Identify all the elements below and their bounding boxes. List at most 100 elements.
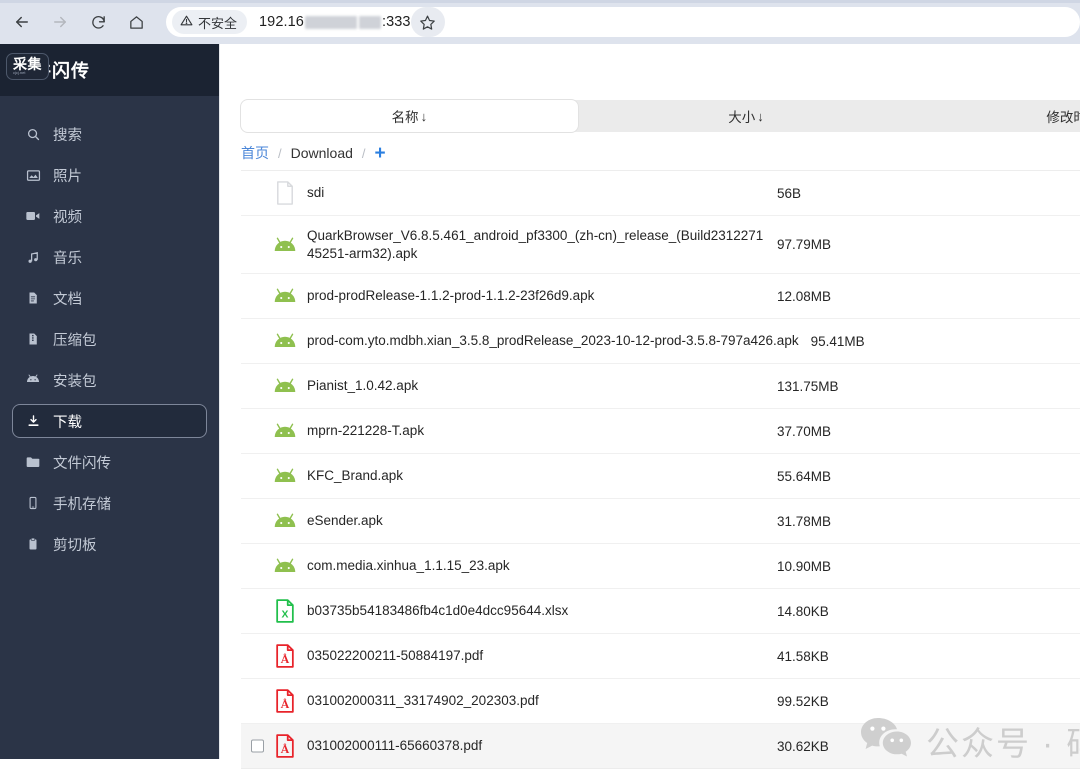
file-size: 37.70MB xyxy=(777,423,832,439)
file-row[interactable]: Å035022200211-50884197.pdf41.58KB2023/9/… xyxy=(241,634,1080,679)
reload-button[interactable] xyxy=(82,6,114,38)
url-redacted-block-2 xyxy=(358,15,381,29)
android-icon xyxy=(25,372,41,388)
sidebar-item-11[interactable]: 剪切板 xyxy=(12,527,207,561)
file-row[interactable]: prod-com.yto.mdbh.xian_3.5.8_prodRelease… xyxy=(241,319,1080,364)
file-name[interactable]: 031002000111-65660378.pdf xyxy=(307,737,490,755)
file-row[interactable]: eSender.apk31.78MB2023/4/24 上午 xyxy=(241,499,1080,544)
breadcrumb-home[interactable]: 首页 xyxy=(241,143,269,163)
svg-text:Å: Å xyxy=(281,742,290,756)
file-name[interactable]: Pianist_1.0.42.apk xyxy=(307,377,426,395)
file-name[interactable]: KFC_Brand.apk xyxy=(307,467,411,485)
file-row[interactable]: Å 031002000311_33174902_202303.pdf 99.52KB… xyxy=(241,679,1080,724)
sidebar-item-7[interactable]: 安装包 xyxy=(12,363,207,397)
sidebar-item-4[interactable]: 音乐 xyxy=(12,240,207,274)
file-row[interactable]: Å031002000111-65660378.pdf30.62KB2023/9/… xyxy=(241,724,1080,769)
file-name[interactable]: mprn-221228-T.apk xyxy=(307,422,432,440)
forward-button[interactable] xyxy=(44,6,76,38)
android-file-icon xyxy=(263,377,307,395)
android-file-icon xyxy=(263,512,307,530)
breadcrumb-separator-1: / xyxy=(278,145,282,161)
phone-icon xyxy=(25,496,41,510)
url-suffix: :333 xyxy=(381,14,411,30)
breadcrumb: 首页 / Download / + xyxy=(241,142,386,164)
file-name-cell: KFC_Brand.apk xyxy=(307,467,777,485)
file-name-cell: 031002000311_33174902_202303.pdf xyxy=(307,692,777,710)
file-size: 12.08MB xyxy=(777,288,832,304)
file-size: 99.52KB xyxy=(777,693,829,709)
file-name-cell: com.media.xinhua_1.1.15_23.apk xyxy=(307,557,777,575)
file-name[interactable]: sdi xyxy=(307,184,332,202)
file-row[interactable]: QuarkBrowser_V6.8.5.461_android_pf3300_(… xyxy=(241,216,1080,274)
file-name-cell: mprn-221228-T.apk xyxy=(307,422,777,440)
file-name[interactable]: eSender.apk xyxy=(307,512,391,530)
file-size: 56B xyxy=(777,185,802,201)
file-size: 55.64MB xyxy=(777,468,832,484)
file-size: 131.75MB xyxy=(777,378,839,394)
sidebar-item-label: 文档 xyxy=(53,291,82,308)
sidebar-item-label: 文件闪传 xyxy=(53,455,111,472)
file-row[interactable]: prod-prodRelease-1.1.2-prod-1.1.2-23f26d… xyxy=(241,274,1080,319)
file-list: sdi56B2023/3/20 下午QuarkBrowser_V6.8.5.46… xyxy=(241,170,1080,769)
file-name[interactable]: 031002000311_33174902_202303.pdf xyxy=(307,692,547,710)
url-text[interactable]: 192.16 :333 xyxy=(259,14,411,30)
address-bar[interactable]: 不安全 192.16 :333 xyxy=(166,7,1080,37)
browser-toolbar: 不安全 192.16 :333 xyxy=(0,0,1080,44)
file-row[interactable]: mprn-221228-T.apk37.70MB2023/8/13 下午 xyxy=(241,409,1080,454)
file-name-cell: 035022200211-50884197.pdf xyxy=(307,647,777,665)
file-name[interactable]: b03735b54183486fb4c1d0e4dcc95644.xlsx xyxy=(307,602,576,620)
android-file-icon xyxy=(263,422,307,440)
sidebar-item-10[interactable]: 手机存储 xyxy=(12,486,207,520)
generic-file-icon xyxy=(263,181,307,205)
sidebar-item-1[interactable]: 搜索 xyxy=(12,117,207,151)
file-size: 31.78MB xyxy=(777,513,832,529)
file-name[interactable]: prod-com.yto.mdbh.xian_3.5.8_prodRelease… xyxy=(307,332,807,350)
sort-tab-label: 大小 xyxy=(728,110,756,125)
file-size: 10.90MB xyxy=(777,558,832,574)
url-prefix: 192.16 xyxy=(259,14,304,30)
bookmark-star-icon[interactable] xyxy=(410,7,445,37)
file-row[interactable]: sdi56B2023/3/20 下午 xyxy=(241,171,1080,216)
android-file-icon xyxy=(263,332,307,350)
sidebar-item-3[interactable]: 视频 xyxy=(12,199,207,233)
sort-tab-1[interactable]: 名称 ↓ xyxy=(241,100,578,132)
file-row[interactable]: KFC_Brand.apk55.64MB2023/7/22 下午 xyxy=(241,454,1080,499)
sort-arrow-icon: ↓ xyxy=(757,108,764,124)
back-button[interactable] xyxy=(6,6,38,38)
file-row[interactable]: Xb03735b54183486fb4c1d0e4dcc95644.xlsx 14… xyxy=(241,589,1080,634)
breadcrumb-add-button[interactable]: + xyxy=(375,144,386,163)
file-name[interactable]: com.media.xinhua_1.1.15_23.apk xyxy=(307,557,518,575)
download-icon xyxy=(25,414,41,429)
sidebar-item-9[interactable]: 文件闪传 xyxy=(12,445,207,479)
file-row[interactable]: com.media.xinhua_1.1.15_23.apk10.90MB202… xyxy=(241,544,1080,589)
security-status-chip[interactable]: 不安全 xyxy=(172,10,248,34)
clipboard-icon xyxy=(25,537,41,551)
sidebar-item-6[interactable]: 压缩包 xyxy=(12,322,207,356)
file-size: 97.79MB xyxy=(777,237,832,252)
sidebar-menu: 搜索照片视频音乐文档压缩包安装包下载文件闪传手机存储剪切板 xyxy=(0,96,219,561)
sidebar-item-label: 压缩包 xyxy=(53,332,97,349)
android-file-icon xyxy=(263,557,307,575)
file-name[interactable]: prod-prodRelease-1.1.2-prod-1.1.2-23f26d… xyxy=(307,287,602,305)
home-button[interactable] xyxy=(120,6,152,38)
breadcrumb-current[interactable]: Download xyxy=(291,145,353,161)
sort-tabs: 名称↓大小↓修改时间↓ xyxy=(241,100,1080,132)
file-name[interactable]: QuarkBrowser_V6.8.5.461_android_pf3300_(… xyxy=(307,227,777,263)
image-icon xyxy=(25,168,41,183)
excel-file-icon: X xyxy=(263,599,307,623)
web-app-root: 文件闪传 采集 cjcj.net 搜索 照片 视频 音乐 文档 压缩包 安装包 下载 文件闪传手… xyxy=(0,44,1080,769)
row-checkbox[interactable] xyxy=(251,739,264,753)
sort-tab-2[interactable]: 大小 ↓ xyxy=(578,100,915,132)
file-name-cell: prod-com.yto.mdbh.xian_3.5.8_prodRelease… xyxy=(307,332,807,350)
search-icon xyxy=(25,127,41,142)
file-name[interactable]: 035022200211-50884197.pdf xyxy=(307,647,491,665)
sort-tab-3[interactable]: 修改时间↓ xyxy=(914,100,1080,132)
svg-text:Å: Å xyxy=(281,697,290,711)
sidebar-item-5[interactable]: 文档 xyxy=(12,281,207,315)
sidebar-item-2[interactable]: 照片 xyxy=(12,158,207,192)
svg-text:Å: Å xyxy=(281,652,290,666)
android-file-icon xyxy=(263,287,307,305)
file-row[interactable]: Pianist_1.0.42.apk131.75MB2023/9/3 上午 xyxy=(241,364,1080,409)
breadcrumb-separator-2: / xyxy=(361,145,366,161)
sidebar-item-8[interactable]: 下载 xyxy=(12,404,207,438)
